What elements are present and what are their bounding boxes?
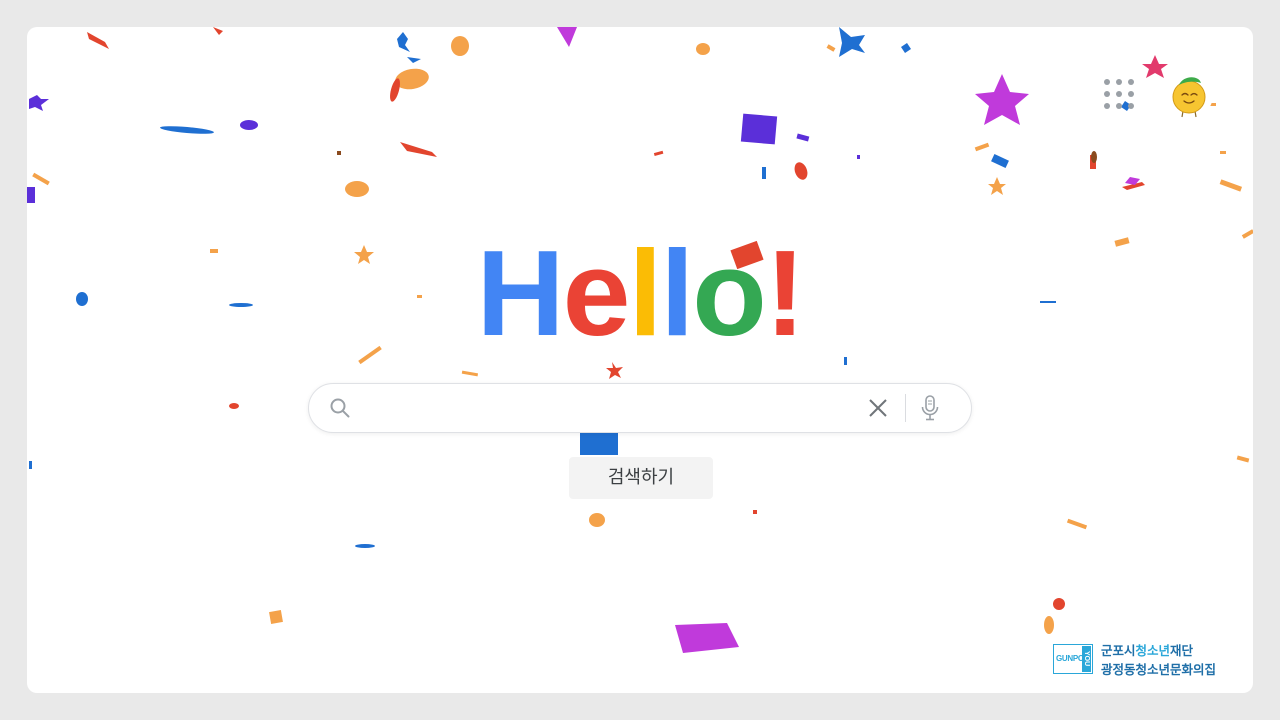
microphone-icon[interactable] — [919, 394, 941, 422]
sponsor-line1-highlight: 청소년 — [1135, 643, 1171, 658]
search-button[interactable]: 검색하기 — [569, 457, 713, 499]
sponsor-mark-side-text: YOU — [1082, 646, 1091, 672]
browser-page: Hello! 검색하기 GUNPO YOU 군포시청소년재단 광정동청소년문화의… — [27, 27, 1253, 693]
sponsor-center-name: 광정동청소년문화의집 — [1101, 662, 1217, 677]
hello-logo: Hello! — [27, 223, 1253, 363]
search-input[interactable] — [361, 392, 855, 426]
close-icon[interactable] — [867, 397, 889, 419]
search-icon[interactable] — [329, 397, 351, 419]
logo-letter: e — [562, 225, 631, 361]
sponsor-mark-text: GUNPO — [1056, 654, 1084, 663]
logo-letter: H — [476, 225, 565, 361]
smiling-character-icon — [1172, 77, 1206, 118]
avatar[interactable] — [1165, 71, 1213, 119]
logo-letter: l — [660, 225, 694, 361]
sponsor-line1-suffix: 재단 — [1170, 643, 1194, 658]
gunpo-you-mark: GUNPO YOU — [1053, 644, 1093, 674]
apps-grid-icon[interactable] — [1100, 75, 1138, 113]
logo-letter: ! — [764, 225, 806, 361]
logo-letter: o — [692, 225, 767, 361]
sponsor-line1-prefix: 군포시 — [1101, 643, 1136, 658]
search-divider — [905, 394, 906, 422]
search-box[interactable] — [308, 383, 972, 433]
logo-letter: l — [628, 225, 662, 361]
sponsor-logo: GUNPO YOU 군포시청소년재단 광정동청소년문화의집 — [1053, 639, 1243, 679]
sponsor-foundation-name: 군포시청소년재단 — [1101, 640, 1193, 659]
